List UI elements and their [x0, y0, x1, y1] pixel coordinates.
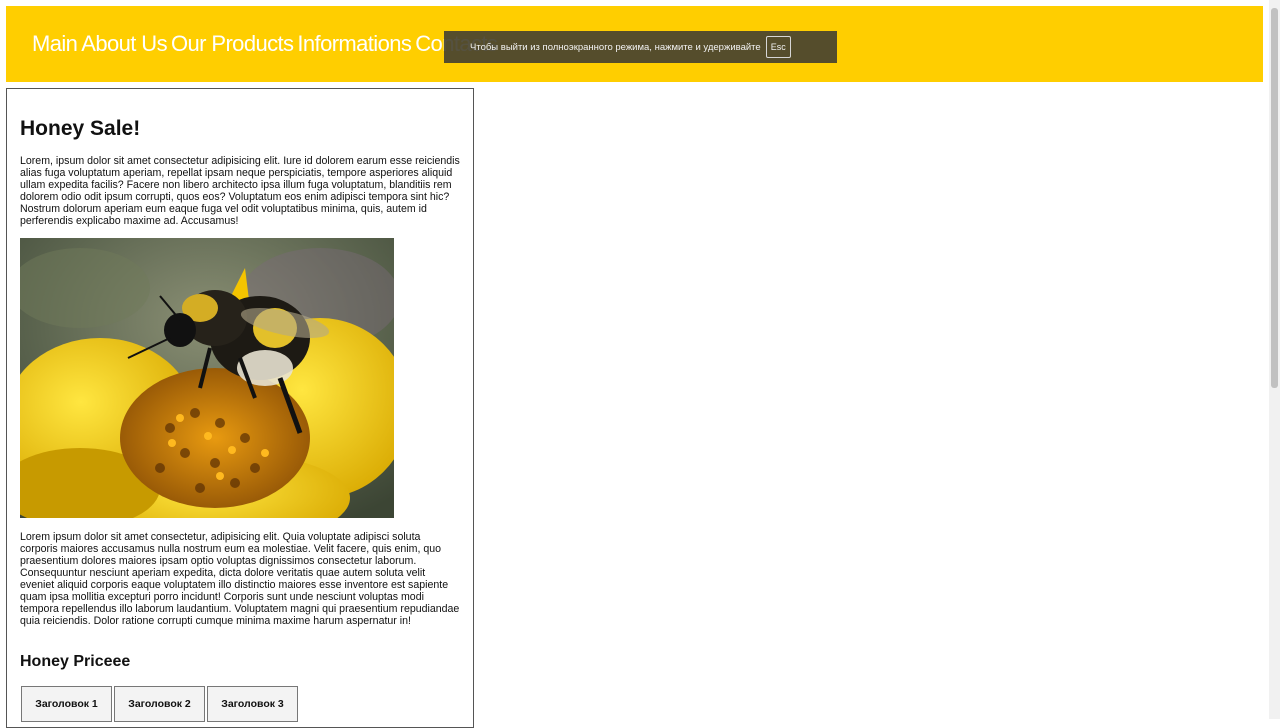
page-title: Honey Sale! — [20, 117, 141, 140]
price-tabs: Заголовок 1 Заголовок 2 Заголовок 3 — [21, 686, 298, 722]
tab-1[interactable]: Заголовок 1 — [21, 686, 112, 722]
nav-item-about-us[interactable]: About Us — [81, 30, 167, 58]
bee-on-flower-image — [20, 238, 394, 518]
nav-item-our-products[interactable]: Our Products — [171, 30, 294, 58]
intro-paragraph: Lorem, ipsum dolor sit amet consectetur … — [20, 155, 460, 227]
price-section-title: Honey Priceee — [20, 653, 131, 670]
details-paragraph: Lorem ipsum dolor sit amet consectetur, … — [20, 531, 460, 627]
tab-2[interactable]: Заголовок 2 — [114, 686, 205, 722]
nav-item-informations[interactable]: Informations — [297, 30, 411, 58]
fullscreen-exit-notice: Чтобы выйти из полноэкранного режима, на… — [444, 31, 837, 63]
scrollbar-thumb[interactable] — [1271, 8, 1278, 388]
tab-3[interactable]: Заголовок 3 — [207, 686, 298, 722]
page-scrollbar[interactable] — [1269, 0, 1280, 719]
nav-item-main[interactable]: Main — [32, 30, 78, 58]
nav-links: Main About Us Our Products Informations … — [32, 30, 498, 58]
bee-illustration — [20, 238, 394, 518]
article-panel: Honey Sale! Lorem, ipsum dolor sit amet … — [6, 88, 474, 728]
esc-key-badge: Esc — [765, 36, 791, 58]
fullscreen-exit-text: Чтобы выйти из полноэкранного режима, на… — [470, 41, 761, 53]
